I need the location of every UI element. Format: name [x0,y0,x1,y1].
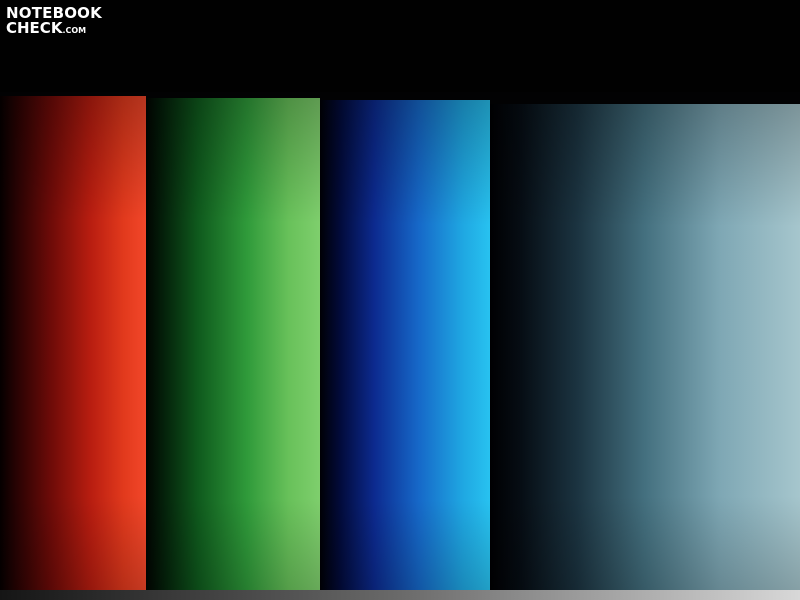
red-gradient-bar [0,96,146,596]
notebookcheck-watermark: NOTEBOOK CHECK.COM [6,5,116,41]
bar-shade [146,98,320,598]
blue-gradient-bar [320,100,490,600]
gray-gradient-bar [490,104,800,594]
photo: NOTEBOOK CHECK.COM [0,0,800,600]
bar-shade [490,104,800,594]
bottom-bezel-strip [0,590,800,600]
watermark-suffix: .COM [62,26,87,35]
watermark-line2-main: CHECK [6,19,63,37]
watermark-line2: CHECK.COM [6,20,86,39]
bar-shade [320,100,490,600]
green-gradient-bar [146,98,320,598]
bar-shade [0,96,146,596]
